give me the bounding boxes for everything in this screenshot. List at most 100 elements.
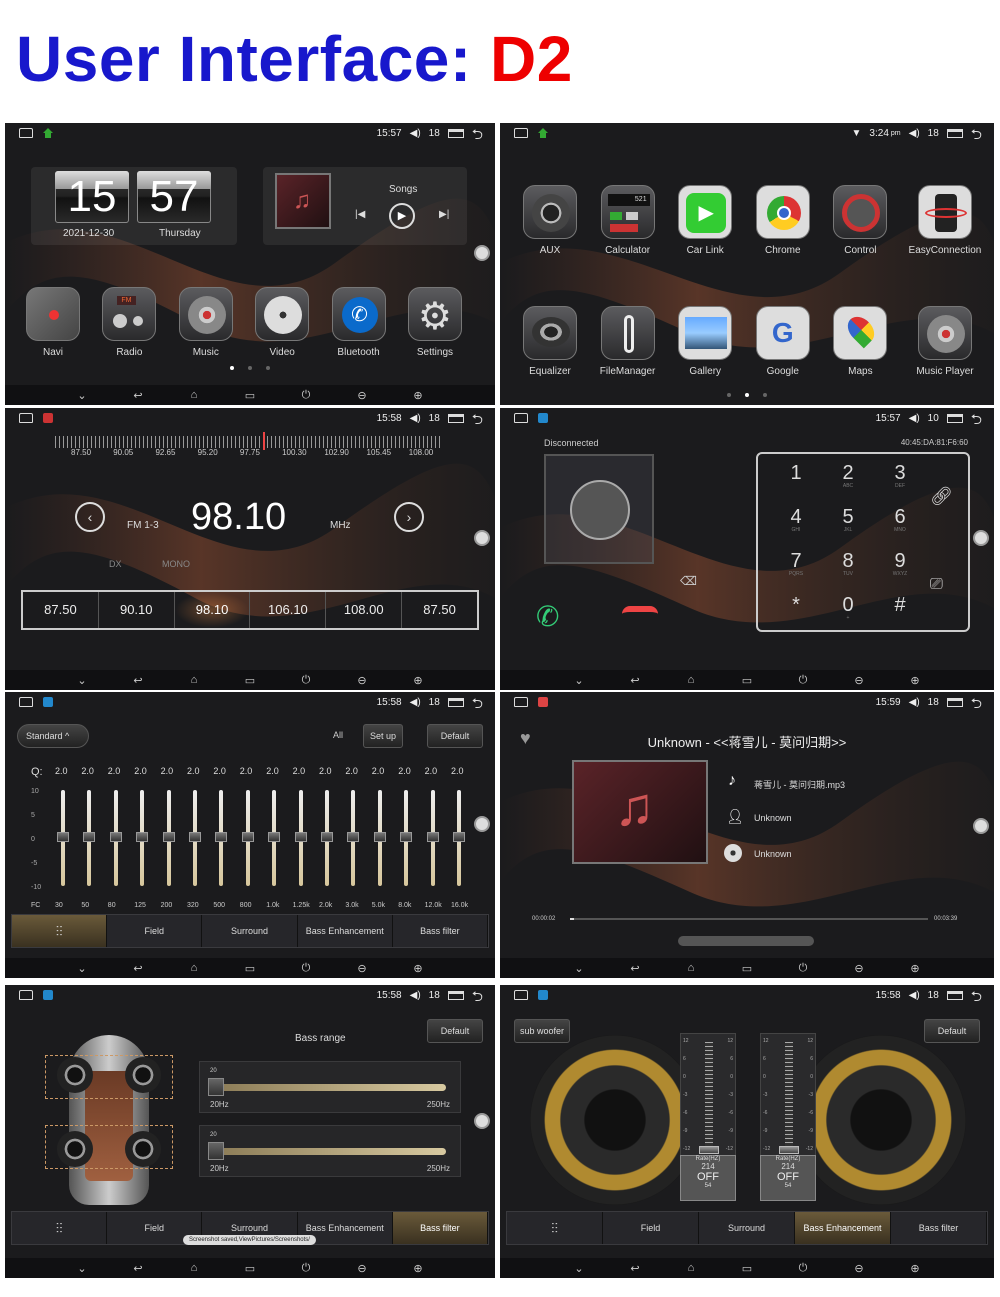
app-music-player[interactable]: Music Player [908, 306, 982, 377]
eq-band-thumb[interactable] [347, 832, 360, 842]
app-filemanager[interactable]: FileManager [598, 306, 658, 377]
power-icon[interactable]: ⏻ [297, 1262, 315, 1275]
preset-button[interactable]: 98.10 [174, 592, 251, 628]
app-control[interactable]: Control [830, 185, 890, 256]
app-radio[interactable]: FM Radio [99, 287, 159, 358]
eq-band-thumb[interactable] [373, 832, 386, 842]
dial-key[interactable]: 1 [770, 462, 822, 506]
chevron-down-icon[interactable]: ⌄ [73, 962, 91, 975]
preset-button[interactable]: 106.10 [250, 592, 327, 628]
backspace-icon[interactable]: ⌫ [680, 574, 697, 588]
eq-band-thumb[interactable] [294, 832, 307, 842]
slider-2-thumb[interactable] [208, 1142, 224, 1160]
preset-button[interactable]: 90.10 [99, 592, 175, 628]
eq-band-thumb[interactable] [241, 832, 254, 842]
power-icon[interactable]: ⏻ [794, 962, 812, 975]
bass-slider-1[interactable]: 20 20Hz 250Hz [199, 1061, 461, 1113]
home-icon[interactable]: ⌂ [185, 389, 203, 401]
eq-band-thumb[interactable] [57, 832, 69, 842]
tab-bass-enhancement[interactable]: Bass Enhancement [298, 915, 393, 947]
slider-1-thumb[interactable] [208, 1078, 224, 1096]
tab-field[interactable]: Field [603, 1212, 699, 1244]
back-icon[interactable]: ⮌ [971, 989, 982, 1003]
tab-surround[interactable]: Surround [699, 1212, 795, 1244]
dial-key[interactable]: 6 MNO [874, 506, 926, 550]
window-icon[interactable] [946, 414, 963, 423]
eq-band-thumb[interactable] [136, 832, 149, 842]
app-navi[interactable]: Navi [23, 287, 83, 358]
dial-key[interactable]: 3 DEF [874, 462, 926, 506]
app-bluetooth[interactable]: ✆ Bluetooth [329, 287, 389, 358]
hangup-button[interactable] [622, 606, 658, 620]
app-settings[interactable]: ⚙ Settings [405, 287, 465, 358]
power-icon[interactable]: ⏻ [297, 962, 315, 975]
eq-band-thumb[interactable] [162, 832, 175, 842]
power-icon[interactable]: ⏻ [794, 1262, 812, 1275]
chevron-down-icon[interactable]: ⌄ [570, 1262, 588, 1275]
preset-button[interactable]: 108.00 [326, 592, 403, 628]
volume-up-icon[interactable]: ⊕ [409, 1262, 427, 1275]
volume-up-icon[interactable]: ⊕ [409, 962, 427, 975]
recents-icon[interactable]: ▭ [241, 674, 259, 687]
home-icon[interactable]: ⌂ [185, 962, 203, 974]
back-icon[interactable]: ⮌ [971, 696, 982, 710]
dial-key[interactable]: 7 PQRS [770, 550, 822, 594]
link-icon[interactable]: 🔗︎ [930, 486, 953, 507]
app-music[interactable]: Music [176, 287, 236, 358]
dial-key[interactable]: * [770, 594, 822, 638]
back-icon[interactable]: ↩ [626, 1262, 644, 1275]
tab-bass-filter[interactable]: Bass filter [393, 915, 489, 947]
preset-button[interactable]: 87.50 [402, 592, 477, 628]
back-icon[interactable]: ↩ [129, 674, 147, 687]
play-button[interactable]: ▶ [389, 203, 415, 229]
volume-down-icon[interactable]: ⊖ [353, 962, 371, 975]
side-button[interactable] [973, 818, 989, 834]
volume-down-icon[interactable]: ⊖ [353, 389, 371, 402]
meter-thumb[interactable] [699, 1146, 719, 1154]
prev-icon[interactable]: |◀ [355, 209, 365, 220]
dial-key[interactable]: 5 JKL [822, 506, 874, 550]
dial-key[interactable]: 9 WXYZ [874, 550, 926, 594]
tab-equalizer[interactable]: ⫶⫶ [507, 1212, 603, 1244]
app-chrome[interactable]: Chrome [753, 185, 813, 256]
home-icon[interactable] [19, 413, 33, 423]
app-gallery[interactable]: Gallery [675, 306, 735, 377]
meter-thumb[interactable] [779, 1146, 799, 1154]
sub-woofer-button[interactable]: sub woofer [514, 1019, 570, 1043]
app-aux[interactable]: AUX [520, 185, 580, 256]
home-icon[interactable] [514, 697, 528, 707]
home-icon[interactable] [19, 990, 33, 1000]
seek-forward-button[interactable]: › [394, 502, 424, 532]
tab-bass-enhancement[interactable]: Bass Enhancement [795, 1212, 891, 1244]
dial-key[interactable]: 8 TUV [822, 550, 874, 594]
side-button[interactable] [474, 816, 490, 832]
audio-transfer-icon[interactable]: ⎚ [930, 576, 943, 594]
back-icon[interactable]: ↩ [129, 1262, 147, 1275]
back-icon[interactable]: ⮌ [472, 412, 483, 426]
home-icon[interactable] [514, 990, 528, 1000]
chevron-down-icon[interactable]: ⌄ [73, 674, 91, 687]
app-google[interactable]: G Google [753, 306, 813, 377]
home-icon[interactable]: ⌂ [682, 1262, 700, 1274]
volume-up-icon[interactable]: ⊕ [906, 962, 924, 975]
eq-band-thumb[interactable] [426, 832, 439, 842]
power-icon[interactable]: ⏻ [794, 674, 812, 687]
back-icon[interactable]: ⮌ [472, 127, 483, 141]
eq-band-thumb[interactable] [83, 832, 96, 842]
chevron-down-icon[interactable]: ⌄ [73, 389, 91, 402]
app-calculator[interactable]: 521 Calculator [598, 185, 658, 256]
default-button[interactable]: Default [427, 1019, 483, 1043]
media-controls[interactable] [678, 936, 814, 946]
back-icon[interactable]: ↩ [626, 962, 644, 975]
eq-band-thumb[interactable] [268, 832, 281, 842]
app-car-link[interactable]: ▶ Car Link [675, 185, 735, 256]
recents-icon[interactable]: ▭ [241, 1262, 259, 1275]
volume-down-icon[interactable]: ⊖ [850, 1262, 868, 1275]
back-icon[interactable]: ⮌ [971, 127, 982, 141]
chevron-down-icon[interactable]: ⌄ [73, 1262, 91, 1275]
home-icon[interactable] [19, 128, 33, 138]
right-rate-box[interactable]: Rate(HZ) 214 OFF 54 [760, 1155, 816, 1201]
default-button[interactable]: Default [924, 1019, 980, 1043]
app-equalizer[interactable]: Equalizer [520, 306, 580, 377]
power-icon[interactable]: ⏻ [297, 674, 315, 687]
